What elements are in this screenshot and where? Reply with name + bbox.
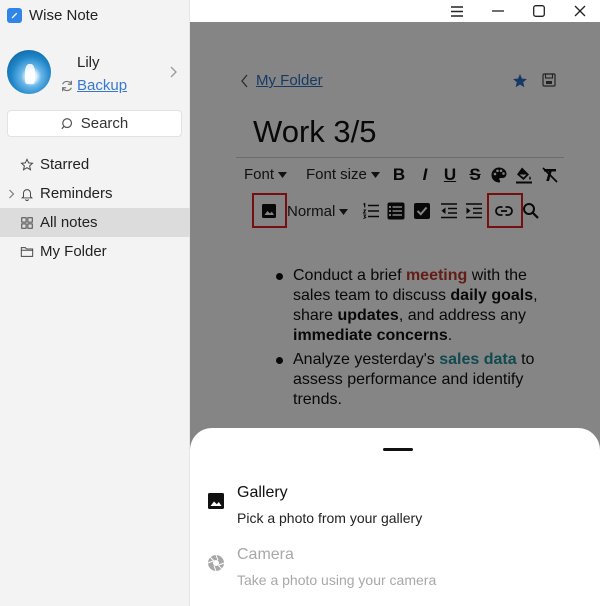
hamburger-icon [450, 5, 463, 17]
sidebar-item-label: All notes [40, 214, 98, 231]
search-icon [61, 117, 72, 129]
profile-name: Lily [77, 54, 100, 71]
sidebar-item-label: Reminders [40, 185, 113, 202]
gallery-subtitle: Pick a photo from your gallery [237, 510, 423, 526]
search-button[interactable]: Search [7, 110, 182, 137]
maximize-button[interactable] [518, 1, 559, 21]
sheet-drag-handle[interactable] [383, 448, 413, 451]
star-outline-icon [20, 157, 34, 171]
close-icon [574, 5, 585, 17]
window-controls [436, 0, 600, 22]
sidebar-item-reminders[interactable]: Reminders [0, 179, 190, 208]
profile-card[interactable]: Lily Backup [0, 50, 190, 100]
sidebar-item-all-notes[interactable]: All notes [0, 208, 190, 237]
camera-subtitle: Take a photo using your camera [237, 572, 437, 588]
folder-icon [20, 246, 34, 257]
sidebar-item-starred[interactable]: Starred [0, 150, 190, 179]
avatar[interactable] [7, 50, 51, 94]
close-button[interactable] [559, 1, 600, 21]
sidebar-nav: Starred Reminders All notes My Folder [0, 150, 190, 266]
image-icon [208, 493, 224, 509]
menu-button[interactable] [436, 1, 477, 21]
backup-link[interactable]: Backup [60, 77, 127, 94]
sidebar-item-label: Starred [40, 156, 90, 173]
search-label: Search [80, 115, 129, 132]
grid-icon [21, 216, 33, 229]
sidebar-item-label: My Folder [40, 243, 107, 260]
maximize-icon [532, 5, 545, 17]
title-bar: Wise Note [0, 0, 190, 30]
sync-icon [62, 80, 72, 91]
camera-icon [207, 554, 225, 572]
chevron-right-icon[interactable] [168, 66, 178, 78]
app-title: Wise Note [29, 6, 99, 24]
chevron-right-icon[interactable] [8, 189, 15, 199]
app-logo-icon [7, 7, 22, 23]
camera-title: Camera [237, 546, 294, 563]
gallery-title: Gallery [237, 484, 288, 501]
bell-icon [21, 188, 33, 201]
minimize-button[interactable] [477, 1, 518, 21]
insert-image-sheet: Gallery Pick a photo from your gallery C… [190, 428, 600, 606]
gallery-option[interactable]: Gallery Pick a photo from your gallery [190, 484, 600, 534]
backup-label: Backup [77, 77, 128, 94]
sidebar: Wise Note Lily Backup Search Starred Rem… [0, 0, 190, 606]
camera-option[interactable]: Camera Take a photo using your camera [190, 546, 600, 596]
minimize-icon [491, 10, 504, 12]
sidebar-item-my-folder[interactable]: My Folder [0, 237, 190, 266]
